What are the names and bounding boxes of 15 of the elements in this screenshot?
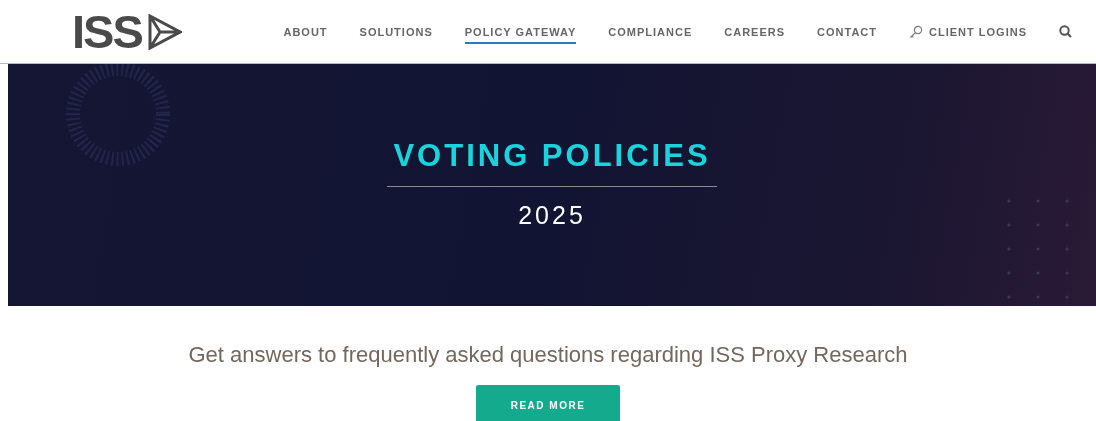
nav-link[interactable]: CONTACT bbox=[817, 19, 878, 44]
triangle-logo-icon bbox=[147, 13, 182, 50]
logo-text[interactable]: ISS bbox=[72, 8, 142, 55]
nav-link[interactable]: CAREERS bbox=[724, 19, 786, 44]
nav-link[interactable]: ABOUT bbox=[283, 19, 328, 44]
read-more-button[interactable]: READ MORE bbox=[476, 385, 620, 421]
hero-subtitle: 2025 bbox=[518, 201, 586, 230]
nav-link[interactable]: CLIENT LOGINS bbox=[909, 18, 1027, 45]
hero-title: VOTING POLICIES bbox=[393, 138, 711, 175]
nav-link[interactable]: SOLUTIONS bbox=[359, 19, 433, 44]
intro-text: Get answers to frequently asked questions regarding ISS Proxy Research bbox=[188, 342, 908, 368]
nav-link[interactable]: POLICY GATEWAY bbox=[464, 19, 577, 44]
key-icon bbox=[909, 24, 924, 39]
search-icon[interactable] bbox=[1059, 25, 1072, 38]
nav-link[interactable]: COMPLIANCE bbox=[608, 19, 693, 44]
